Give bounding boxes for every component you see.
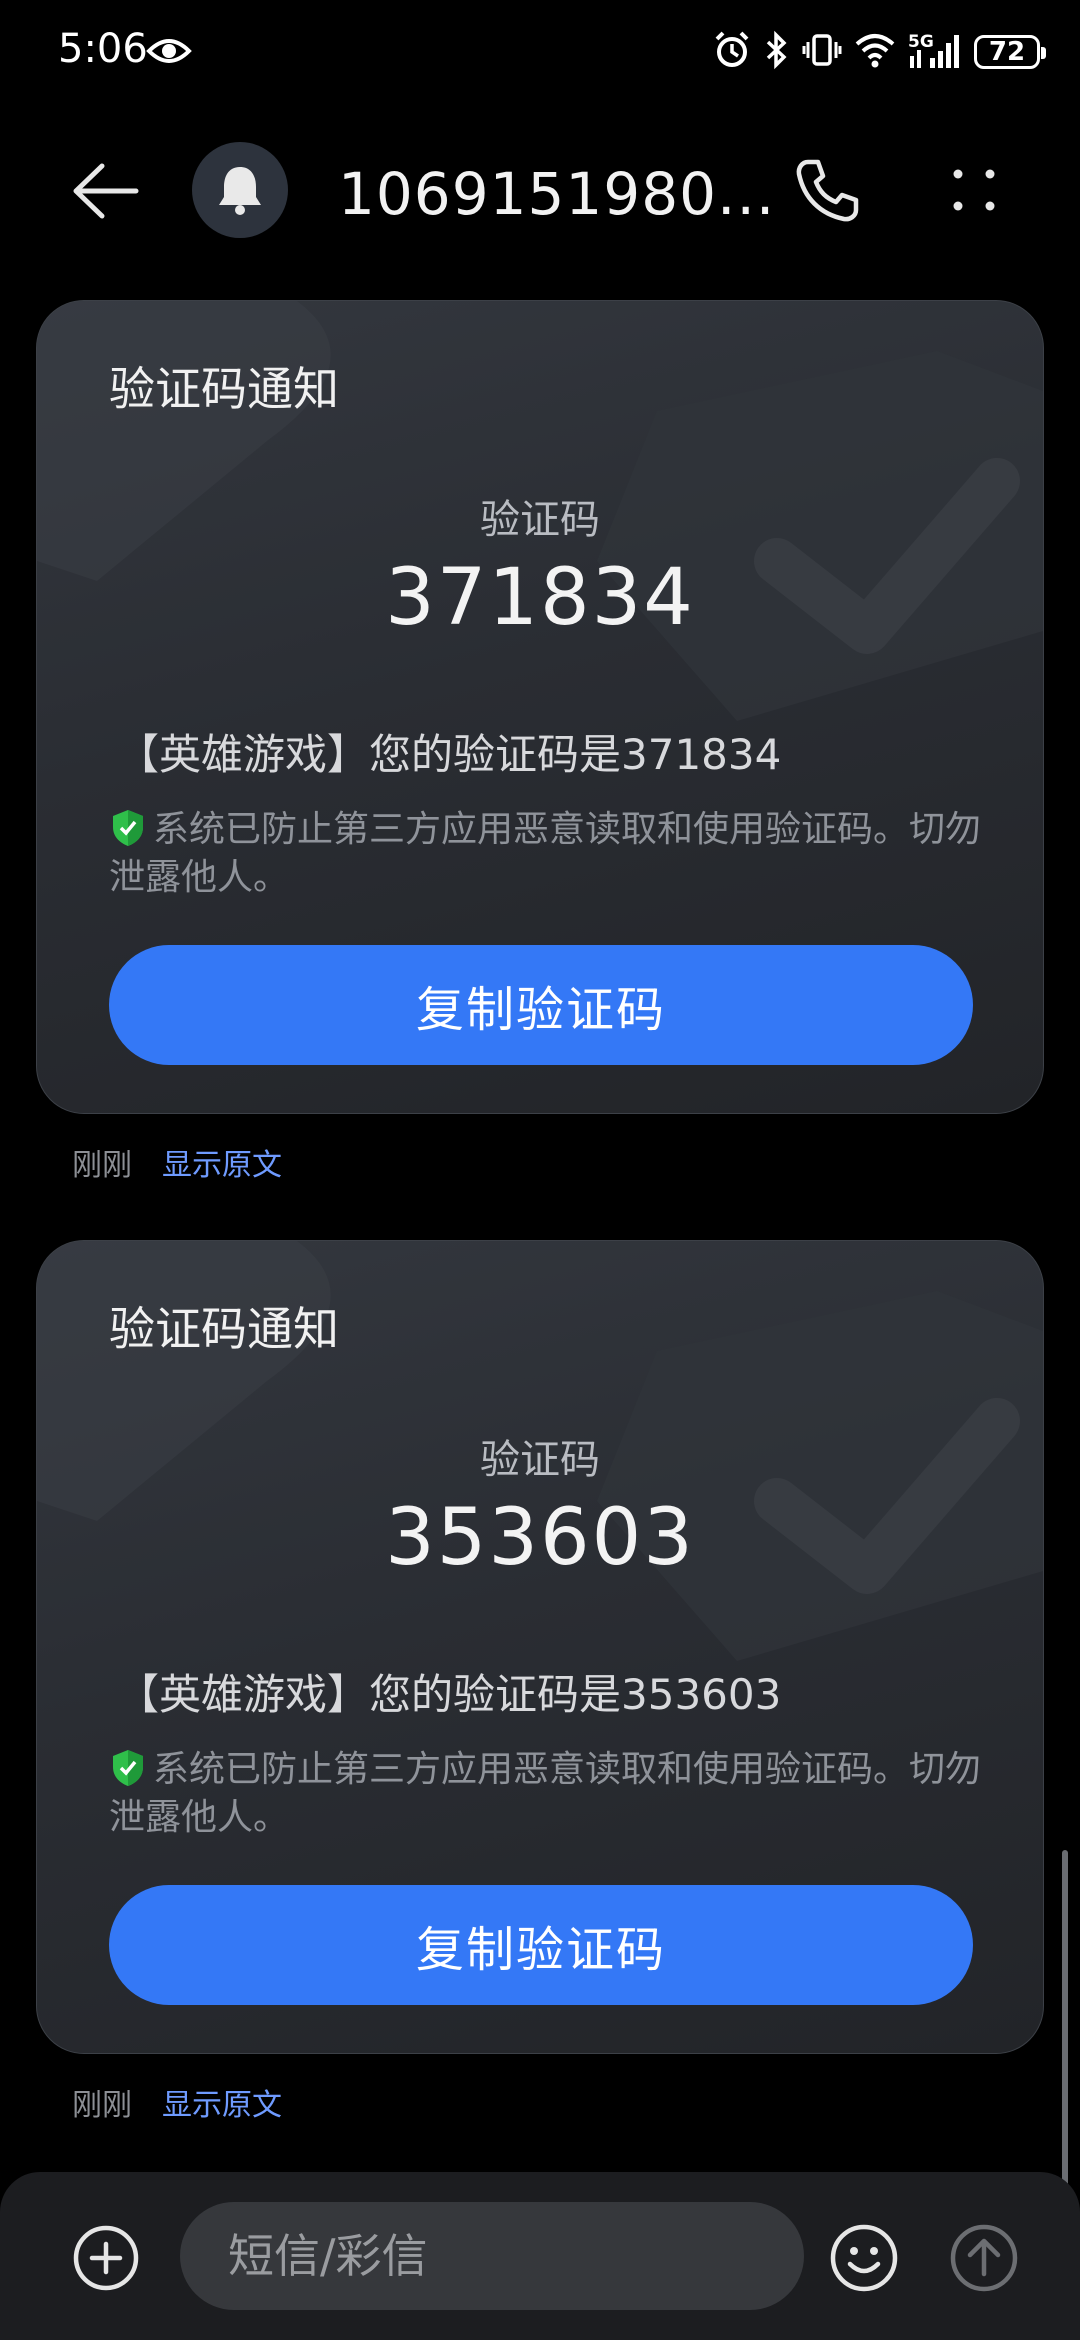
safety-note-text: 系统已防止第三方应用恶意读取和使用验证码。切勿泄露他人。 — [109, 1749, 982, 1838]
verification-code[interactable]: 353603 — [37, 1493, 1043, 1583]
safety-note: 系统已防止第三方应用恶意读取和使用验证码。切勿泄露他人。 — [109, 806, 1009, 902]
status-time: 5:06 — [58, 26, 148, 72]
smiley-icon — [830, 2224, 898, 2292]
composer-bar — [0, 2172, 1080, 2340]
scrollbar[interactable] — [1062, 1850, 1068, 2190]
arrow-up-circle-icon — [950, 2224, 1018, 2292]
show-original-link[interactable]: 显示原文 — [162, 2080, 282, 2123]
avatar[interactable] — [192, 142, 288, 238]
message-time: 刚刚 — [72, 1148, 132, 1183]
message-input[interactable] — [180, 2202, 804, 2310]
show-original-link[interactable]: 显示原文 — [162, 1140, 282, 1183]
card-title: 验证码通知 — [109, 1302, 339, 1356]
message-meta: 刚刚 显示原文 — [72, 1140, 282, 1183]
phone-icon — [796, 159, 859, 222]
sender-name[interactable]: 1069151980... — [338, 160, 775, 228]
code-label: 验证码 — [480, 497, 600, 543]
copy-code-button[interactable]: 复制验证码 — [109, 1885, 973, 2005]
safety-note: 系统已防止第三方应用恶意读取和使用验证码。切勿泄露他人。 — [109, 1746, 1009, 1842]
back-button[interactable] — [64, 156, 144, 226]
code-label: 验证码 — [480, 1437, 600, 1483]
status-icons: 5G 72 — [712, 30, 1046, 74]
bell-icon — [219, 167, 261, 215]
wifi-icon — [854, 32, 896, 72]
plus-circle-icon — [73, 2225, 139, 2291]
card-title: 验证码通知 — [109, 362, 339, 416]
alarm-icon — [712, 30, 752, 74]
bluetooth-icon — [764, 30, 790, 74]
emoji-button[interactable] — [828, 2222, 900, 2294]
shield-check-icon — [109, 1748, 147, 1788]
message-meta: 刚刚 显示原文 — [72, 2080, 282, 2123]
safety-note-text: 系统已防止第三方应用恶意读取和使用验证码。切勿泄露他人。 — [109, 809, 982, 898]
shield-check-icon — [109, 808, 147, 848]
vibrate-icon — [802, 30, 842, 74]
add-attachment-button[interactable] — [72, 2224, 140, 2292]
message-text: 【英雄游戏】您的验证码是353603 — [117, 1670, 782, 1719]
verification-card: 验证码通知 验证码 371834 【英雄游戏】您的验证码是371834 系统已防… — [36, 300, 1044, 1114]
send-button[interactable] — [948, 2222, 1020, 2294]
message-time: 刚刚 — [72, 2088, 132, 2123]
verification-code[interactable]: 371834 — [37, 553, 1043, 643]
signal-icon: 5G — [908, 32, 962, 72]
call-button[interactable] — [792, 156, 862, 226]
verification-card: 验证码通知 验证码 353603 【英雄游戏】您的验证码是353603 系统已防… — [36, 1240, 1044, 2054]
arrow-left-icon — [73, 163, 139, 219]
message-text: 【英雄游戏】您的验证码是371834 — [117, 730, 782, 779]
more-options-button[interactable] — [944, 160, 1004, 220]
conversation-header: 1069151980... — [0, 120, 1080, 260]
copy-code-button[interactable]: 复制验证码 — [109, 945, 973, 1065]
battery-indicator: 72 — [974, 35, 1046, 69]
status-bar: 5:06 5G 72 — [0, 0, 1080, 110]
eye-icon — [146, 36, 192, 70]
more-dots-icon — [953, 169, 995, 211]
